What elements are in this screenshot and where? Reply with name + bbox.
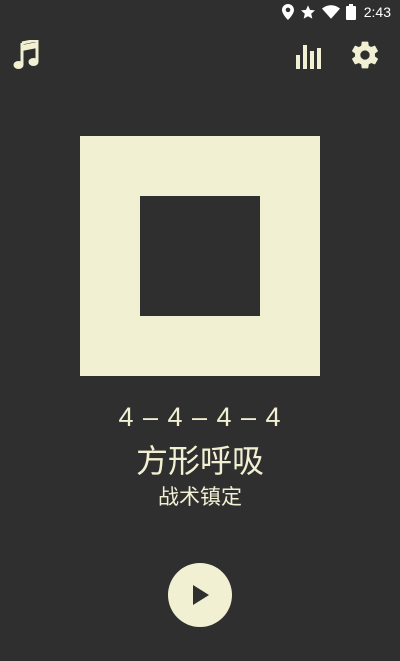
gear-icon[interactable] [348,38,382,72]
breathing-square-center [140,196,260,316]
wifi-icon [321,5,340,19]
exercise-subtitle: 战术镇定 [158,485,242,509]
location-icon [281,4,294,20]
breathing-square [80,136,320,376]
exercise-title: 方形呼吸 [135,442,264,480]
play-button[interactable] [168,563,232,627]
music-note-icon[interactable] [10,38,42,72]
battery-icon [345,4,356,20]
breathing-pattern: 4 – 4 – 4 – 4 [118,402,282,432]
status-bar: 2:43 [0,0,400,24]
star-icon [300,5,315,19]
status-time: 2:43 [363,4,391,20]
bar-chart-icon[interactable] [294,40,324,70]
play-icon [193,585,209,605]
